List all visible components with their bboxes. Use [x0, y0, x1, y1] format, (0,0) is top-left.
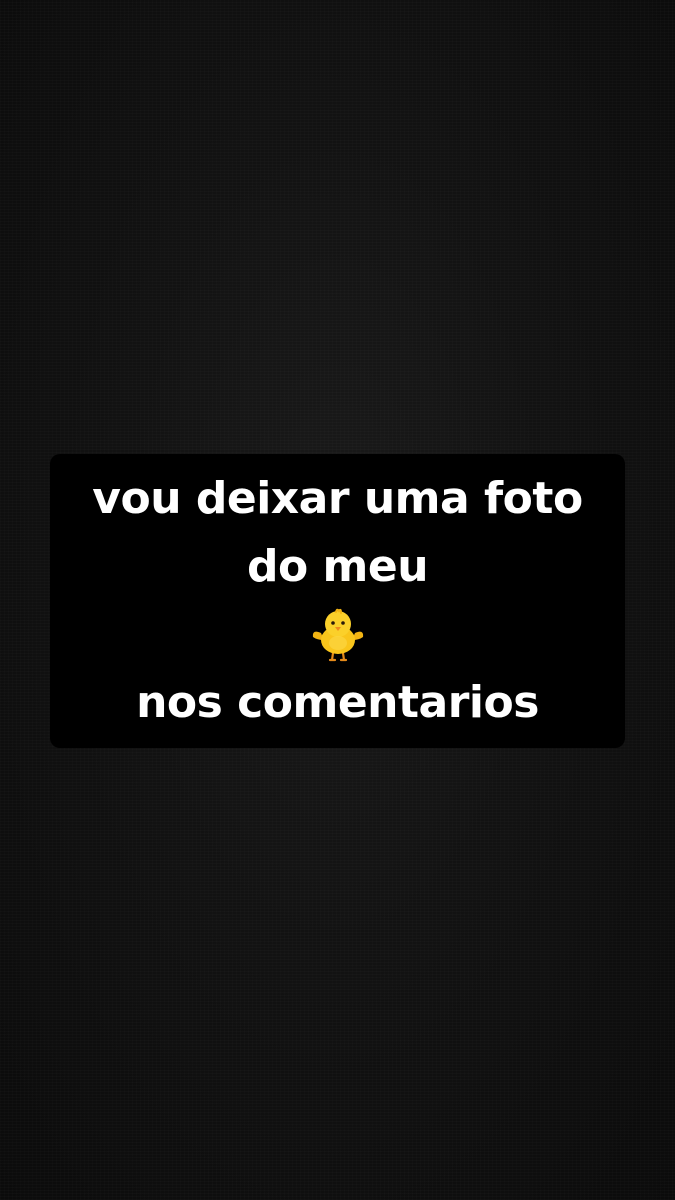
- story-canvas: vou deixar uma foto do meu nos comentari…: [0, 0, 675, 1200]
- caption-line-3: nos comentarios: [136, 677, 539, 728]
- baby-chick-svg: [312, 608, 363, 662]
- caption-line-2: do meu: [246, 541, 429, 592]
- caption-box: vou deixar uma foto do meu nos comentari…: [50, 454, 625, 748]
- caption-line-1: vou deixar uma foto: [92, 473, 583, 524]
- baby-chick-icon: [311, 601, 365, 669]
